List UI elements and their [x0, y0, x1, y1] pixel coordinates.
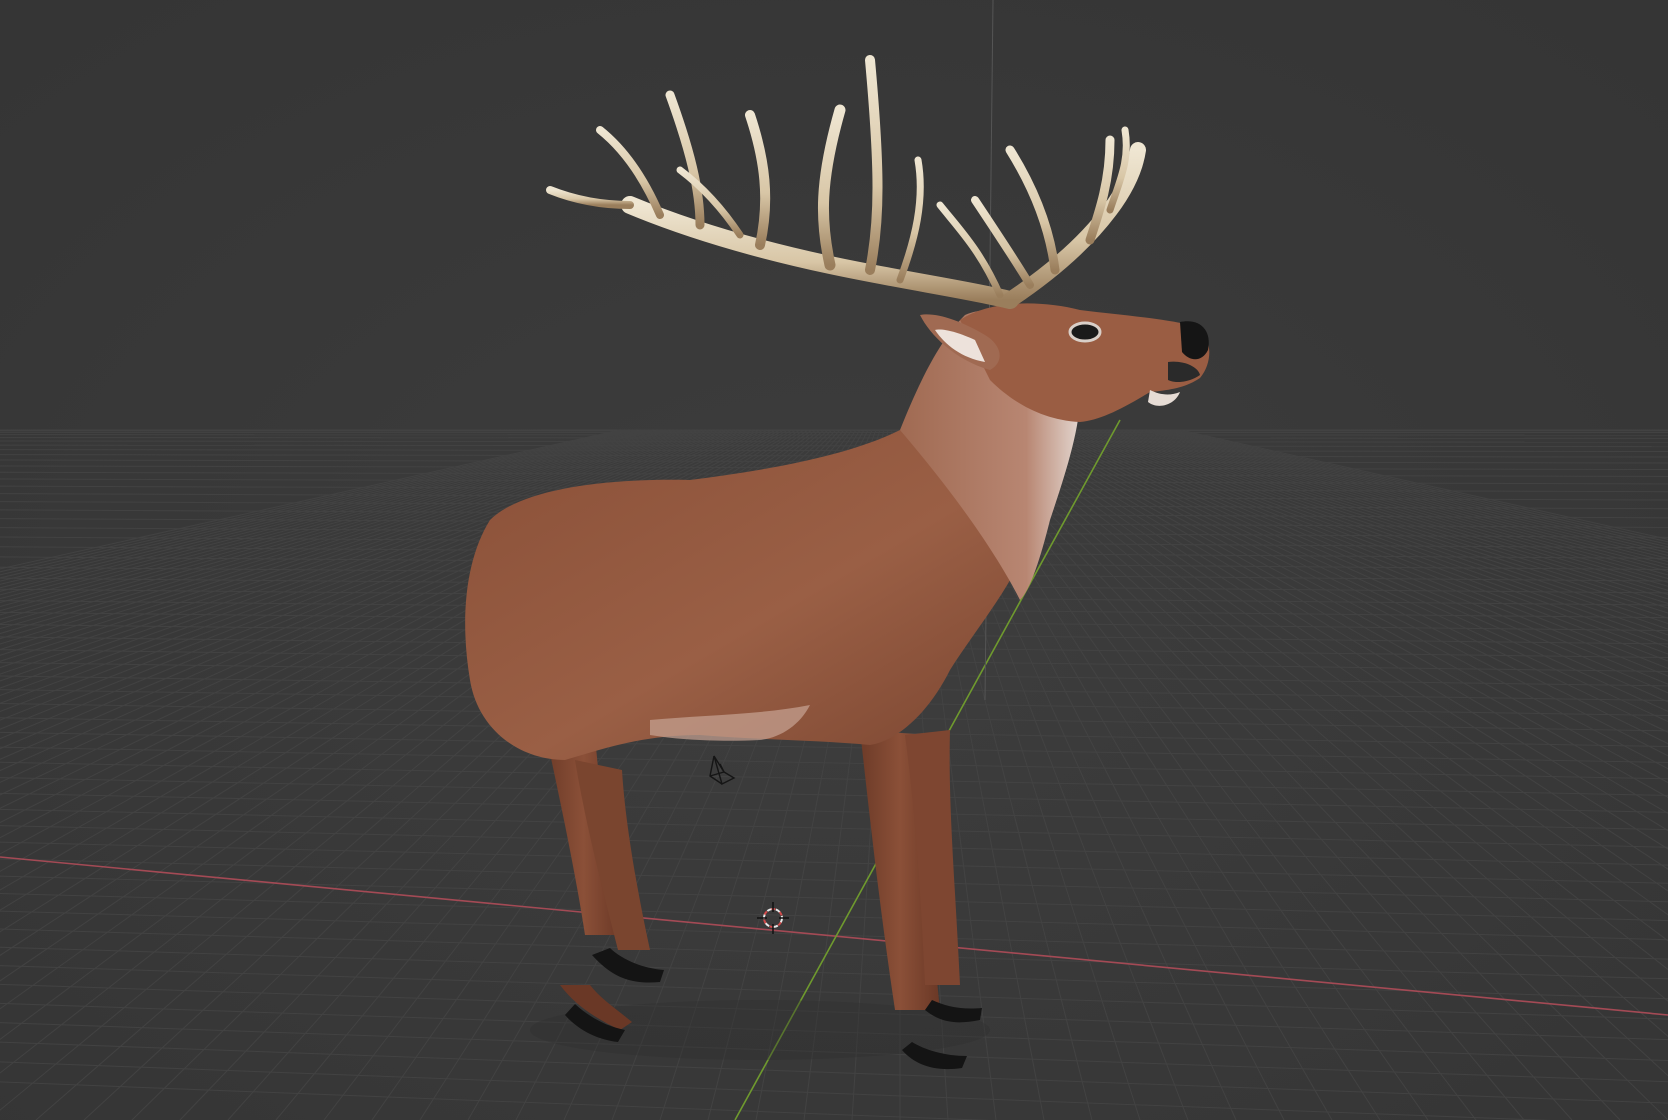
deer-eye	[1068, 321, 1102, 343]
viewport-canvas[interactable]	[0, 0, 1668, 1120]
3d-viewport[interactable]	[0, 0, 1668, 1120]
